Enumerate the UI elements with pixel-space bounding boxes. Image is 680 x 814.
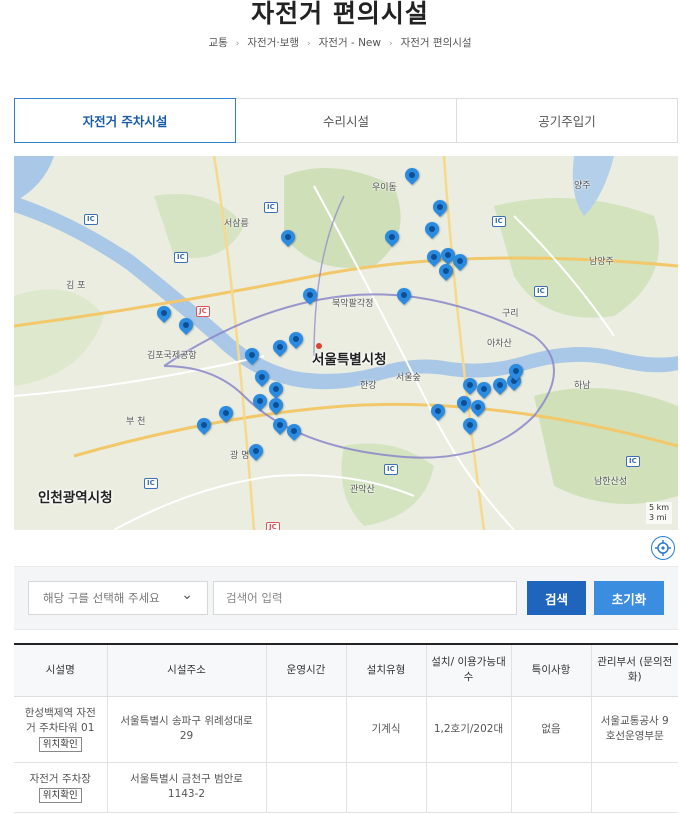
search-bar: 해당 구를 선택해 주세요 ⌄ 검색 초기화 xyxy=(14,566,678,630)
col-header-notes: 특이사항 xyxy=(511,643,592,697)
location-check-button[interactable]: 위치확인 xyxy=(38,787,82,803)
chevron-right-icon: › xyxy=(388,39,393,49)
table-header-row: 시설명 시설주소 운영시간 설치유형 설치/ 이용가능대수 특이사항 관리부서 … xyxy=(14,643,678,697)
cell-capacity xyxy=(426,762,512,813)
map-scale-mi: 3 mi xyxy=(648,513,667,522)
cell-name: 자전거 주차장 위치확인 xyxy=(14,762,108,813)
search-button[interactable]: 검색 xyxy=(527,581,586,615)
cell-dept: 서울교통공사 9호선운영부문 xyxy=(591,696,678,763)
breadcrumb-home[interactable]: 교통 xyxy=(208,35,227,50)
cell-name: 한성백제역 자전거 주차타워 01 위치확인 xyxy=(14,696,108,763)
col-header-dept: 관리부서 (문의전화) xyxy=(591,643,678,697)
chevron-down-icon: ⌄ xyxy=(181,587,193,603)
map-label-gimpo-airport: 김포국제공항 xyxy=(147,351,197,361)
reset-button[interactable]: 초기화 xyxy=(594,581,664,615)
map-label-gimpo: 김 포 xyxy=(66,281,86,291)
map-label-seosan: 서삼릉 xyxy=(224,219,249,229)
facility-tabs: 자전거 주차시설 수리시설 공기주입기 xyxy=(14,98,678,143)
map-label-seoul-forest: 서울숲 xyxy=(396,373,421,383)
map-label-guri: 구리 xyxy=(502,309,519,319)
tab-air-pump[interactable]: 공기주입기 xyxy=(457,99,677,142)
facility-name: 자전거 주차장 xyxy=(29,772,91,785)
facility-name: 한성백제역 자전거 주차타워 01 xyxy=(24,707,96,734)
facility-map[interactable]: 서울특별시청 인천광역시청 서삼릉 김 포 광 명 부 천 구리 남양주 하남 … xyxy=(14,156,678,530)
breadcrumb: 교통 › 자전거·보행 › 자전거 - New › 자전거 편의시설 xyxy=(0,35,680,50)
col-header-hours: 운영시간 xyxy=(266,643,347,697)
map-scale: 5 km 3 mi xyxy=(645,502,672,524)
col-header-type: 설치유형 xyxy=(346,643,427,697)
col-header-capacity: 설치/ 이용가능대수 xyxy=(426,643,512,697)
cell-hours xyxy=(266,696,347,763)
map-base xyxy=(14,156,678,530)
map-label-gwanak: 관악산 xyxy=(350,485,375,495)
map-label-seongnam: 남한산성 xyxy=(594,477,628,487)
crosshair-icon xyxy=(655,540,671,556)
breadcrumb-current: 자전거 편의시설 xyxy=(400,37,472,49)
map-label-incheon-city-hall: 인천광역시청 xyxy=(38,490,113,506)
cell-type: 기계식 xyxy=(346,696,427,763)
cell-type xyxy=(346,762,427,813)
ic-badge: IC xyxy=(626,456,640,467)
ic-badge: IC xyxy=(84,214,98,225)
chevron-right-icon: › xyxy=(307,39,311,49)
map-label-ui-dong: 우이동 xyxy=(372,183,397,193)
ic-badge: IC xyxy=(492,216,506,227)
table-row: 자전거 주차장 위치확인 서울특별시 금천구 범안로 1143-2 xyxy=(14,762,678,813)
map-label-seoul-city-hall: 서울특별시청 xyxy=(312,352,387,368)
cell-notes: 없음 xyxy=(511,696,592,763)
breadcrumb-bike-walk[interactable]: 자전거·보행 xyxy=(247,35,299,50)
ic-badge: IC xyxy=(384,464,398,475)
ic-badge: IC xyxy=(534,286,548,297)
col-header-name: 시설명 xyxy=(14,643,108,697)
current-location-button[interactable] xyxy=(651,536,675,560)
map-label-gwangmyeong: 광 명 xyxy=(230,451,250,461)
col-header-address: 시설주소 xyxy=(107,643,267,697)
table-row: 한성백제역 자전거 주차타워 01 위치확인 서울특별시 송파구 위례성대로 2… xyxy=(14,696,678,763)
chevron-right-icon: › xyxy=(235,39,240,49)
district-select-label: 해당 구를 선택해 주세요 xyxy=(43,591,160,605)
cell-capacity: 1,2호기/202대 xyxy=(426,696,512,763)
location-check-button[interactable]: 위치확인 xyxy=(38,737,82,752)
map-label-bucheon: 부 천 xyxy=(126,417,146,427)
cell-address: 서울특별시 금천구 범안로 1143-2 xyxy=(107,762,267,813)
map-label-hangang: 한강 xyxy=(360,381,377,391)
map-label-namyangju: 남양주 xyxy=(589,257,614,267)
jc-badge: JC xyxy=(266,522,280,530)
map-scale-km: 5 km xyxy=(648,503,669,512)
ic-badge: IC xyxy=(264,202,278,213)
cell-dept xyxy=(591,762,678,813)
map-label-bukhan: 북악팔각정 xyxy=(332,299,374,309)
tab-repair[interactable]: 수리시설 xyxy=(236,99,457,142)
ic-badge: IC xyxy=(174,252,188,263)
cell-address: 서울특별시 송파구 위례성대로 29 xyxy=(107,696,267,763)
breadcrumb-bike-new[interactable]: 자전거 - New xyxy=(319,35,381,50)
jc-badge: JC xyxy=(196,306,210,317)
facility-table: 시설명 시설주소 운영시간 설치유형 설치/ 이용가능대수 특이사항 관리부서 … xyxy=(14,643,678,813)
cell-notes xyxy=(511,762,592,813)
map-label-hanam: 하남 xyxy=(574,381,591,391)
map-label-yangju: 양주 xyxy=(574,181,591,191)
district-select[interactable]: 해당 구를 선택해 주세요 ⌄ xyxy=(28,581,208,615)
ic-badge: IC xyxy=(144,478,158,489)
search-input[interactable] xyxy=(213,581,517,615)
map-label-acha: 아차산 xyxy=(487,339,512,349)
cell-hours xyxy=(266,762,347,813)
page-title: 자전거 편의시설 xyxy=(251,0,429,28)
tab-bike-parking[interactable]: 자전거 주차시설 xyxy=(14,98,236,143)
